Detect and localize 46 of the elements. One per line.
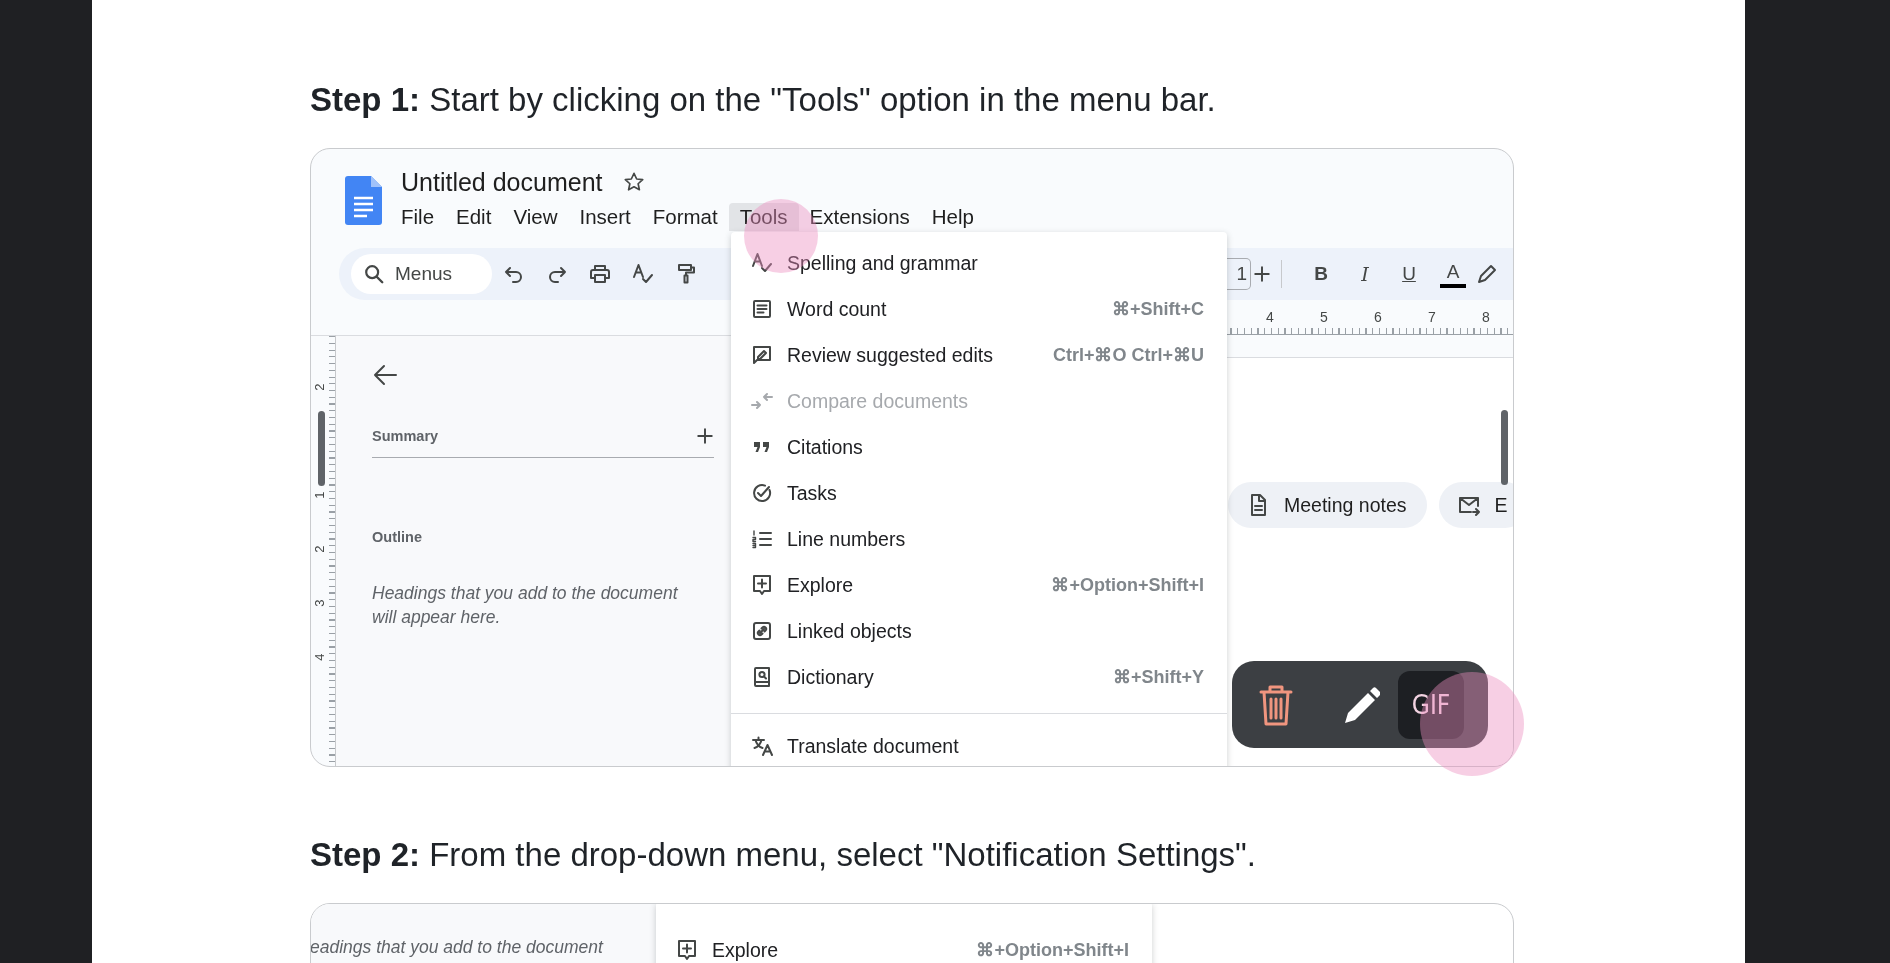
shortcut-text: ⌘+Shift+Y: [1112, 666, 1204, 688]
menu-bar-item[interactable]: Extensions: [798, 203, 921, 231]
format-button[interactable]: U: [1387, 256, 1431, 292]
ruler-number: 4: [313, 652, 327, 663]
ruler-number: 2: [313, 544, 327, 555]
format-button[interactable]: B: [1299, 256, 1343, 292]
template-chip[interactable]: E: [1438, 482, 1513, 528]
ruler-number: 1: [313, 490, 327, 501]
format-button[interactable]: A: [1431, 256, 1475, 292]
shortcut-text: ⌘+Option+Shift+I: [976, 939, 1129, 961]
menu-item[interactable]: Review suggested edits Ctrl+⌘O Ctrl+⌘U: [731, 332, 1227, 378]
search-field[interactable]: Menus: [351, 254, 492, 294]
menu-bar-item[interactable]: Format: [641, 203, 729, 231]
outline-label: Outline: [372, 529, 423, 545]
menu-bar-item[interactable]: Help: [920, 203, 985, 231]
step-heading: Step 2: From the drop-down menu, select "Notification Settings".: [310, 835, 1257, 875]
menu-item[interactable]: Explore ⌘+Option+Shift+I: [656, 927, 1152, 963]
menu-bar-item[interactable]: Insert: [568, 203, 642, 231]
outline-hint: Headings that you add to the document will appear here.: [372, 582, 679, 629]
menu-bar-item[interactable]: Edit: [445, 203, 503, 231]
ruler-number: 7: [1427, 308, 1437, 327]
outline-hint: eadings that you add to the document: [311, 937, 605, 958]
ruler-number: 2: [313, 382, 327, 393]
shortcut-text: Ctrl+⌘O Ctrl+⌘U: [1052, 344, 1204, 366]
format-button[interactable]: I: [1343, 256, 1387, 292]
ruler-number: 5: [1319, 308, 1329, 327]
menu-item[interactable]: Linked objects: [731, 608, 1227, 654]
shortcut-text: ⌘+Option+Shift+I: [1051, 574, 1204, 596]
menu-bar-item[interactable]: Tools: [728, 203, 799, 231]
shortcut-text: ⌘+Shift+C: [1112, 298, 1204, 320]
document-title[interactable]: Untitled document: [401, 167, 603, 197]
ruler-number: 3: [313, 598, 327, 609]
template-chip[interactable]: Meeting notes: [1228, 482, 1427, 528]
ruler-number: 4: [1265, 308, 1275, 327]
menu-item[interactable]: Line numbers: [731, 516, 1227, 562]
menu-bar-item[interactable]: View: [502, 203, 569, 231]
menu-bar-item[interactable]: File: [390, 203, 446, 231]
summary-label: Summary: [372, 428, 439, 444]
step-heading: Step 1: Start by clicking on the "Tools" option in the menu bar.: [310, 80, 1217, 120]
menu-item[interactable]: Citations: [731, 424, 1227, 470]
ruler-number: 6: [1373, 308, 1383, 327]
menu-item[interactable]: Tasks: [731, 470, 1227, 516]
menu-item[interactable]: Explore ⌘+Option+Shift+I: [731, 562, 1227, 608]
menu-item[interactable]: Dictionary ⌘+Shift+Y: [731, 654, 1227, 700]
menu-item[interactable]: Translate document: [731, 723, 1227, 766]
ruler-number: 8: [1481, 308, 1491, 327]
